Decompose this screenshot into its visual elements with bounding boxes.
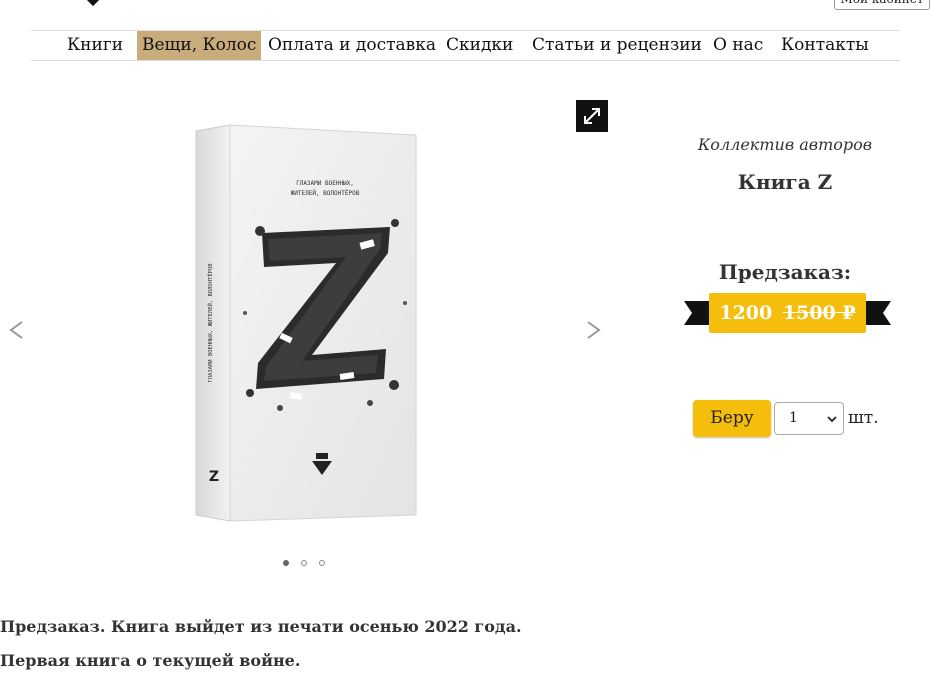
nav-item-payment[interactable]: Оплата и доставка [263,31,441,60]
slide-dot[interactable] [301,560,307,566]
logo-mark [85,0,101,7]
price-ribbon: 1200 1500 ₽ [684,293,891,335]
product-gallery: ГЛАЗАМИ ВОЕННЫХ, ЖИТЕЛЕЙ, ВОЛОНТЁРОВ Z Г… [0,95,620,575]
product-author[interactable]: Коллектив авторов [640,135,930,154]
quantity-value: 1 [789,410,798,426]
price-current: 1200 [719,302,773,324]
price-box: 1200 1500 ₽ [709,293,866,333]
product-title: Книга Z [737,170,833,194]
nav-item-goods[interactable]: Вещи, Колос [137,31,262,60]
nav-item-contacts[interactable]: Контакты [776,31,874,60]
slide-dot[interactable] [319,560,325,566]
slide-dot[interactable] [283,560,289,566]
spine-letter: Z [209,469,219,485]
main-nav: Книги Вещи, Колос Оплата и доставка Скид… [31,30,900,61]
quantity-unit: шт. [848,408,879,428]
description-line-2: Первая книга о текущей войне. [0,651,301,670]
spine-text: ГЛАЗАМИ ВОЕННЫХ, ЖИТЕЛЕЙ, ВОЛОНТЁРОВ [207,263,214,383]
ribbon-left-end [684,301,710,325]
book-cover-image: ГЛАЗАМИ ВОЕННЫХ, ЖИТЕЛЕЙ, ВОЛОНТЁРОВ Z Г… [195,124,417,522]
nav-item-books[interactable]: Книги [62,31,128,60]
price-old: 1500 ₽ [783,302,856,324]
buy-button[interactable]: Беру [693,400,771,437]
cabinet-button[interactable]: Мой кабинет [834,0,930,10]
cover-subtitle-1: ГЛАЗАМИ ВОЕННЫХ, [296,180,354,187]
preorder-label: Предзаказ: [718,260,852,284]
ribbon-right-end [865,301,891,325]
chevron-left-icon[interactable] [8,320,24,340]
price-old-value: 1500 [782,302,836,324]
chevron-down-icon [827,416,837,423]
nav-item-articles[interactable]: Статьи и рецензии [527,31,707,60]
expand-icon [584,108,600,124]
nav-item-about[interactable]: О нас [708,31,768,60]
chevron-right-icon[interactable] [586,320,602,340]
description-line-1: Предзаказ. Книга выйдет из печати осенью… [0,617,522,636]
top-strip: Мой кабинет [0,0,939,12]
nav-item-discounts[interactable]: Скидки [441,31,518,60]
currency-sign: ₽ [842,302,856,324]
cover-subtitle-2: ЖИТЕЛЕЙ, ВОЛОНТЁРОВ [291,190,360,197]
quantity-select[interactable]: 1 [774,402,844,435]
expand-button[interactable] [576,100,608,132]
